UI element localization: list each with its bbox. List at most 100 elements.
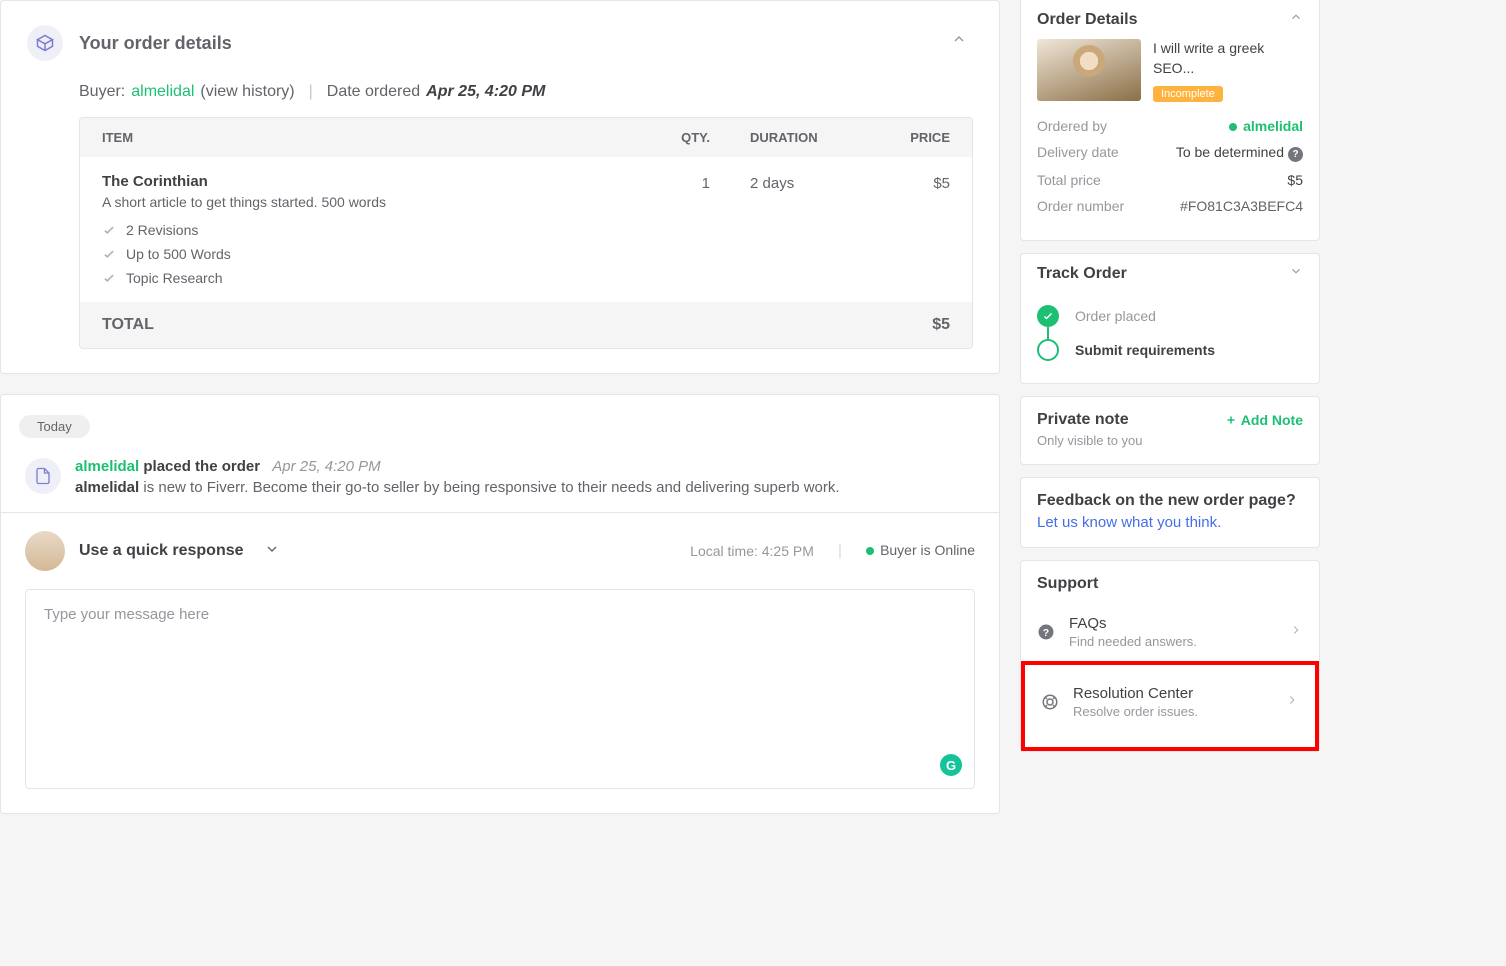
- check-icon: [102, 271, 116, 285]
- chevron-up-icon[interactable]: [1289, 10, 1303, 29]
- activity-buyer[interactable]: almelidal: [75, 458, 139, 475]
- sidebar-private-note: Private note Add Note Only visible to yo…: [1020, 396, 1320, 465]
- sidebar-order-details-title: Order Details: [1037, 11, 1137, 29]
- feature-item: Topic Research: [102, 270, 630, 286]
- circle-icon: [1037, 339, 1059, 361]
- ordered-by-value[interactable]: almelidal: [1229, 118, 1303, 134]
- col-duration-header: DURATION: [710, 130, 850, 145]
- sidebar-track-order: Track Order Order placed Submit requirem…: [1020, 253, 1320, 384]
- activity-card: Today almelidal placed the order Apr 25,…: [0, 394, 1000, 814]
- feature-item: 2 Revisions: [102, 222, 630, 238]
- private-note-sub: Only visible to you: [1037, 433, 1303, 448]
- order-details-card: Your order details Buyer: almelidal (vie…: [0, 0, 1000, 374]
- col-price-header: PRICE: [850, 130, 950, 145]
- document-icon: [25, 458, 61, 494]
- sidebar-support: Support ? FAQs Find needed answers. Reso…: [1020, 560, 1320, 752]
- date-ordered-label: Date ordered: [327, 83, 420, 101]
- activity-tip-text: is new to Fiverr. Become their go-to sel…: [139, 479, 839, 496]
- activity-tip: almelidal is new to Fiverr. Become their…: [75, 479, 840, 496]
- order-number-value: #FO81C3A3BEFC4: [1180, 198, 1303, 214]
- view-history-link[interactable]: (view history): [200, 83, 294, 101]
- activity-time: Apr 25, 4:20 PM: [272, 458, 380, 475]
- add-note-label: Add Note: [1241, 412, 1303, 428]
- today-pill: Today: [19, 415, 90, 438]
- date-ordered-value: Apr 25, 4:20 PM: [426, 83, 545, 101]
- feedback-title: Feedback on the new order page?: [1037, 492, 1303, 510]
- total-price-label: Total price: [1037, 172, 1101, 188]
- table-row: The Corinthian A short article to get th…: [80, 157, 972, 302]
- track-step-label: Order placed: [1075, 308, 1156, 324]
- feature-text: Topic Research: [126, 270, 223, 286]
- private-note-title: Private note: [1037, 411, 1129, 429]
- table-total-row: TOTAL $5: [80, 302, 972, 348]
- package-icon: [27, 25, 63, 61]
- message-box: G: [25, 589, 975, 789]
- order-details-header[interactable]: Your order details: [27, 25, 973, 61]
- avatar: [25, 531, 65, 571]
- faqs-title: FAQs: [1069, 615, 1275, 632]
- online-status: Buyer is Online: [866, 542, 975, 560]
- order-details-title: Your order details: [79, 33, 232, 54]
- divider: |: [309, 83, 313, 101]
- chevron-up-icon[interactable]: [951, 31, 967, 52]
- table-header: ITEM QTY. DURATION PRICE: [80, 118, 972, 157]
- gig-thumbnail[interactable]: [1037, 39, 1141, 101]
- ordered-by-label: Ordered by: [1037, 118, 1107, 134]
- status-badge: Incomplete: [1153, 86, 1223, 102]
- support-resolution-center[interactable]: Resolution Center Resolve order issues.: [1041, 685, 1299, 719]
- item-desc: A short article to get things started. 5…: [102, 194, 630, 210]
- track-step-submit: Submit requirements: [1037, 333, 1303, 367]
- quick-response-button[interactable]: Use a quick response: [79, 542, 244, 560]
- total-price-value: $5: [1287, 172, 1303, 188]
- check-icon: [102, 247, 116, 261]
- chevron-down-icon[interactable]: [264, 541, 280, 562]
- delivery-date-label: Delivery date: [1037, 144, 1119, 162]
- feedback-link[interactable]: Let us know what you think.: [1037, 514, 1303, 531]
- message-input[interactable]: [44, 606, 956, 766]
- quick-response-row: Use a quick response Local time: 4:25 PM…: [1, 513, 999, 589]
- support-title: Support: [1037, 575, 1098, 593]
- add-note-button[interactable]: Add Note: [1225, 412, 1303, 428]
- item-name: The Corinthian: [102, 173, 630, 190]
- col-qty-header: QTY.: [630, 130, 710, 145]
- activity-action: placed the order: [143, 458, 260, 475]
- total-value: $5: [850, 316, 950, 334]
- delivery-date-value: To be determined?: [1176, 144, 1303, 162]
- total-label: TOTAL: [102, 316, 850, 334]
- grammarly-icon[interactable]: G: [940, 754, 962, 776]
- feature-text: 2 Revisions: [126, 222, 198, 238]
- resolution-title: Resolution Center: [1073, 685, 1271, 702]
- faqs-desc: Find needed answers.: [1069, 634, 1275, 649]
- question-circle-icon: ?: [1037, 623, 1055, 641]
- chevron-down-icon[interactable]: [1289, 264, 1303, 283]
- chevron-right-icon: [1289, 623, 1303, 642]
- lifebuoy-icon: [1041, 693, 1059, 711]
- online-dot-icon: [1229, 123, 1237, 131]
- help-icon[interactable]: ?: [1288, 147, 1303, 162]
- check-circle-icon: [1037, 305, 1059, 327]
- feature-text: Up to 500 Words: [126, 246, 231, 262]
- sidebar-feedback: Feedback on the new order page? Let us k…: [1020, 477, 1320, 548]
- divider: |: [838, 542, 842, 560]
- order-table: ITEM QTY. DURATION PRICE The Corinthian …: [79, 117, 973, 349]
- local-time: Local time: 4:25 PM: [690, 543, 814, 559]
- resolution-desc: Resolve order issues.: [1073, 704, 1271, 719]
- check-icon: [102, 223, 116, 237]
- col-item-header: ITEM: [102, 130, 630, 145]
- track-step-label: Submit requirements: [1075, 342, 1215, 358]
- order-number-label: Order number: [1037, 198, 1124, 214]
- track-order-title: Track Order: [1037, 265, 1127, 283]
- track-step-placed: Order placed: [1037, 299, 1303, 333]
- activity-tip-buyer: almelidal: [75, 479, 139, 496]
- gig-title[interactable]: I will write a greek SEO...: [1153, 39, 1303, 78]
- chevron-right-icon: [1285, 693, 1299, 712]
- support-faqs[interactable]: ? FAQs Find needed answers.: [1037, 603, 1303, 661]
- online-dot-icon: [866, 547, 874, 555]
- item-qty: 1: [630, 173, 710, 286]
- buyer-info-row: Buyer: almelidal (view history) | Date o…: [79, 83, 973, 101]
- online-text: Buyer is Online: [880, 542, 975, 558]
- item-price: $5: [850, 173, 950, 286]
- buyer-name-link[interactable]: almelidal: [131, 83, 194, 101]
- feature-item: Up to 500 Words: [102, 246, 630, 262]
- activity-row: almelidal placed the order Apr 25, 4:20 …: [1, 448, 999, 513]
